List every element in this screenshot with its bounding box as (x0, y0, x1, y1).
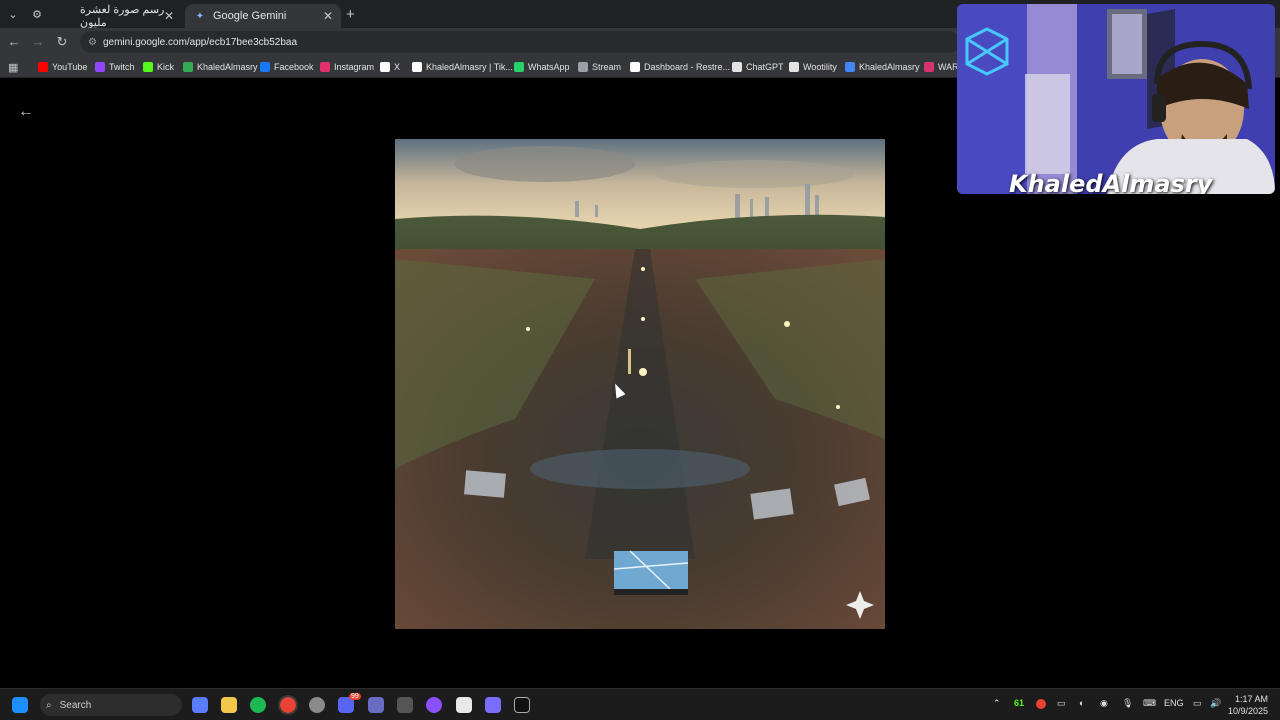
site-info-icon[interactable]: ⚙ (88, 37, 97, 48)
taskbar: ⌕ Search 99 ⌃ 61 ▭ ◐ ◉ 🎙 ⌨ ENG ▭ 🔊 1:17 … (0, 688, 1280, 720)
bookmark-favicon-icon (412, 62, 422, 72)
bookmark-favicon-icon (578, 62, 588, 72)
discord-tray-icon[interactable]: ◉ (1100, 698, 1108, 709)
discord-badge: 99 (349, 693, 361, 700)
tray-app-icon[interactable]: ◐ (1079, 698, 1084, 708)
bookmark-label: Instagram (334, 62, 375, 72)
webcam-overlay: KhaledAlmasry (957, 4, 1275, 194)
copilot-icon[interactable] (192, 697, 208, 713)
bookmark-favicon-icon (38, 62, 48, 72)
keyboard-icon[interactable]: ⌨ (1143, 698, 1156, 709)
tray-app-icon[interactable]: ▭ (1057, 698, 1066, 709)
tray-app-icon[interactable] (1036, 699, 1046, 709)
gemini-icon: ✦ (195, 10, 205, 22)
bookmark-item[interactable]: Wootility (789, 60, 837, 74)
bookmark-favicon-icon (380, 62, 390, 72)
search-icon: ⌕ (46, 699, 52, 711)
url-text: gemini.google.com/app/ecb17bee3cb52baa (102, 36, 298, 48)
tab-1[interactable]: رسم صورة لعشرة مليون ✕ (46, 4, 182, 29)
bookmark-item[interactable]: YouTube (38, 60, 87, 74)
bookmark-label: Facebook (274, 62, 314, 72)
bookmark-label: Twitch (109, 62, 135, 72)
app-icon[interactable] (514, 697, 530, 713)
spotify-icon[interactable] (250, 697, 266, 713)
bookmark-label: Dashboard - Restre... (644, 62, 731, 72)
close-icon[interactable]: ✕ (323, 9, 333, 23)
app-icon[interactable] (368, 697, 384, 713)
bookmark-item[interactable]: WhatsApp (514, 60, 570, 74)
chrome-icon[interactable] (278, 695, 298, 715)
bookmark-item[interactable]: Facebook (260, 60, 314, 74)
bookmark-item[interactable]: KhaledAlmasry | Tik... (412, 60, 513, 74)
bookmark-item[interactable]: X (380, 60, 400, 74)
bookmark-item[interactable]: Dashboard - Restre... (630, 60, 730, 74)
search-placeholder: Search (59, 699, 92, 711)
bookmark-label: YouTube (52, 62, 88, 72)
bookmark-label: WhatsApp (528, 62, 570, 72)
bookmark-label: X (394, 62, 401, 72)
app-icon[interactable] (426, 697, 442, 713)
apps-icon[interactable]: ▦ (8, 60, 18, 74)
tab-list-icon[interactable]: ⌄ (5, 6, 21, 22)
tab-2[interactable]: ✦ Google Gemini ✕ (185, 4, 341, 28)
bookmark-item[interactable]: KhaledAlmasry (845, 60, 920, 74)
bookmark-label: Wootility (803, 62, 837, 72)
back-button[interactable]: ← (6, 34, 22, 49)
bookmark-favicon-icon (143, 62, 153, 72)
generated-image[interactable] (395, 139, 885, 629)
clock[interactable]: 1:17 AM 10/9/2025 (1228, 693, 1268, 717)
bookmark-favicon-icon (789, 62, 799, 72)
bookmark-label: KhaledAlmasry (859, 62, 920, 72)
bookmark-favicon-icon (514, 62, 524, 72)
temperature: 61 (1014, 698, 1025, 708)
date: 10/9/2025 (1227, 706, 1268, 716)
bookmark-favicon-icon (183, 62, 193, 72)
bookmark-label: Stream (592, 62, 622, 72)
chevron-up-icon[interactable]: ⌃ (993, 698, 1001, 709)
bookmark-label: Kick (157, 62, 175, 72)
webcam-feed (957, 4, 1275, 194)
new-tab-button[interactable]: + (346, 6, 355, 23)
close-icon[interactable]: ✕ (164, 9, 174, 23)
microphone-icon[interactable]: 🎙 (1122, 698, 1133, 709)
bookmark-label: ChatGPT (746, 62, 784, 72)
taskbar-search[interactable]: ⌕ Search (40, 694, 182, 716)
bookmark-item[interactable]: Twitch (95, 60, 135, 74)
bookmark-label: KhaledAlmasry | Tik... (426, 62, 513, 72)
bookmark-item[interactable]: Stream (578, 60, 621, 74)
file-explorer-icon[interactable] (221, 697, 237, 713)
app-icon[interactable] (397, 697, 413, 713)
crowd-image-illustration (395, 139, 885, 629)
bookmark-favicon-icon (260, 62, 270, 72)
store-icon[interactable] (456, 697, 472, 713)
time: 1:17 AM (1234, 694, 1268, 704)
bookmark-favicon-icon (924, 62, 934, 72)
bookmark-favicon-icon (732, 62, 742, 72)
bookmark-favicon-icon (845, 62, 855, 72)
bookmark-favicon-icon (95, 62, 105, 72)
language-indicator[interactable]: ENG (1164, 698, 1184, 708)
arrow-left-icon[interactable]: ← (18, 103, 34, 121)
bookmark-label: KhaledAlmasry (197, 62, 258, 72)
settings-icon[interactable]: ⚙ (29, 6, 45, 22)
bookmark-item[interactable]: KhaledAlmasry (183, 60, 258, 74)
reload-button[interactable]: ↻ (54, 34, 70, 50)
bookmark-item[interactable]: ChatGPT (732, 60, 784, 74)
volume-icon[interactable]: 🔊 (1210, 698, 1221, 709)
bookmark-item[interactable]: Kick (143, 60, 174, 74)
obs-icon[interactable] (309, 697, 325, 713)
game-icon[interactable] (485, 697, 501, 713)
bookmark-favicon-icon (630, 62, 640, 72)
streamer-name: KhaledAlmasry (1009, 170, 1213, 194)
tab-2-title: Google Gemini (213, 10, 287, 22)
windows-start-icon[interactable] (12, 697, 28, 713)
forward-button[interactable]: → (30, 34, 46, 49)
address-bar[interactable]: ⚙ gemini.google.com/app/ecb17bee3cb52baa (80, 31, 960, 53)
network-icon[interactable]: ▭ (1193, 698, 1202, 709)
bookmark-item[interactable]: Instagram (320, 60, 374, 74)
bookmark-favicon-icon (320, 62, 330, 72)
